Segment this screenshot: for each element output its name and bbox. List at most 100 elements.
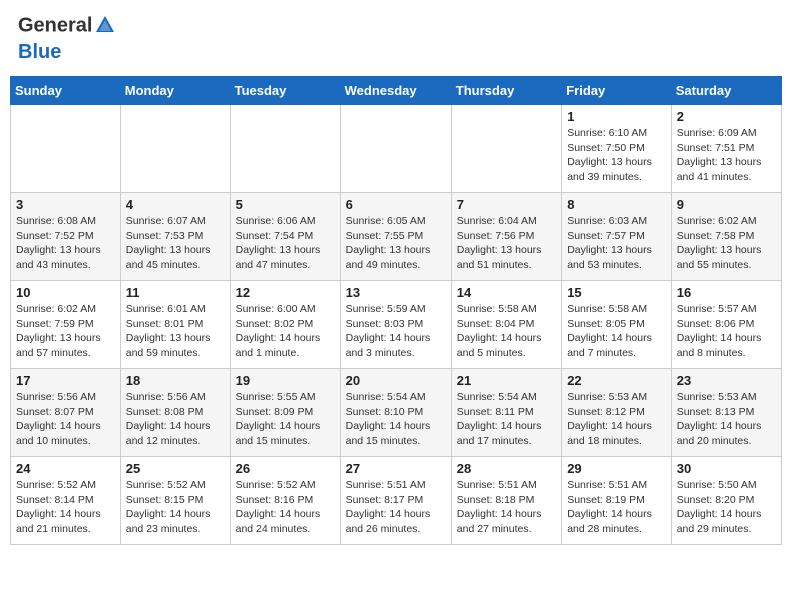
- calendar-cell: [340, 105, 451, 193]
- day-number: 22: [567, 373, 666, 388]
- day-number: 4: [126, 197, 225, 212]
- day-info: Sunrise: 6:03 AM Sunset: 7:57 PM Dayligh…: [567, 214, 666, 273]
- day-number: 16: [677, 285, 776, 300]
- logo-icon: [94, 14, 116, 41]
- calendar-cell: 16 Sunrise: 5:57 AM Sunset: 8:06 PM Dayli…: [671, 281, 781, 369]
- calendar-cell: 6 Sunrise: 6:05 AM Sunset: 7:55 PM Daylig…: [340, 193, 451, 281]
- day-number: 11: [126, 285, 225, 300]
- day-number: 30: [677, 461, 776, 476]
- day-number: 25: [126, 461, 225, 476]
- day-number: 5: [236, 197, 335, 212]
- day-info: Sunrise: 6:08 AM Sunset: 7:52 PM Dayligh…: [16, 214, 115, 273]
- day-info: Sunrise: 5:58 AM Sunset: 8:04 PM Dayligh…: [457, 302, 556, 361]
- calendar-week-3: 10Sunrise: 6:02 AM Sunset: 7:59 PM Dayli…: [11, 281, 782, 369]
- day-info: Sunrise: 6:02 AM Sunset: 7:58 PM Dayligh…: [677, 214, 776, 273]
- calendar-cell: 26 Sunrise: 5:52 AM Sunset: 8:16 PM Dayli…: [230, 457, 340, 545]
- calendar-cell: 19 Sunrise: 5:55 AM Sunset: 8:09 PM Dayli…: [230, 369, 340, 457]
- calendar-cell: [120, 105, 230, 193]
- day-number: 2: [677, 109, 776, 124]
- day-info: Sunrise: 5:51 AM Sunset: 8:17 PM Dayligh…: [346, 478, 446, 537]
- calendar-cell: 9 Sunrise: 6:02 AM Sunset: 7:58 PM Daylig…: [671, 193, 781, 281]
- day-number: 27: [346, 461, 446, 476]
- calendar-cell: 2 Sunrise: 6:09 AM Sunset: 7:51 PM Daylig…: [671, 105, 781, 193]
- day-info: Sunrise: 5:59 AM Sunset: 8:03 PM Dayligh…: [346, 302, 446, 361]
- calendar-cell: [11, 105, 121, 193]
- day-info: Sunrise: 6:02 AM Sunset: 7:59 PM Dayligh…: [16, 302, 115, 361]
- calendar-cell: 10Sunrise: 6:02 AM Sunset: 7:59 PM Dayli…: [11, 281, 121, 369]
- calendar-cell: 12Sunrise: 6:00 AM Sunset: 8:02 PM Dayli…: [230, 281, 340, 369]
- weekday-header-friday: Friday: [562, 77, 672, 105]
- day-number: 20: [346, 373, 446, 388]
- calendar-week-1: 1 Sunrise: 6:10 AM Sunset: 7:50 PM Daylig…: [11, 105, 782, 193]
- weekday-header-saturday: Saturday: [671, 77, 781, 105]
- calendar-week-2: 3 Sunrise: 6:08 AM Sunset: 7:52 PM Daylig…: [11, 193, 782, 281]
- calendar-cell: 4 Sunrise: 6:07 AM Sunset: 7:53 PM Daylig…: [120, 193, 230, 281]
- day-number: 19: [236, 373, 335, 388]
- calendar-cell: 24Sunrise: 5:52 AM Sunset: 8:14 PM Dayli…: [11, 457, 121, 545]
- day-number: 7: [457, 197, 556, 212]
- calendar-cell: 21 Sunrise: 5:54 AM Sunset: 8:11 PM Dayli…: [451, 369, 561, 457]
- day-number: 21: [457, 373, 556, 388]
- calendar-cell: 30 Sunrise: 5:50 AM Sunset: 8:20 PM Dayli…: [671, 457, 781, 545]
- calendar-cell: 11 Sunrise: 6:01 AM Sunset: 8:01 PM Dayli…: [120, 281, 230, 369]
- day-info: Sunrise: 6:06 AM Sunset: 7:54 PM Dayligh…: [236, 214, 335, 273]
- calendar-cell: 5 Sunrise: 6:06 AM Sunset: 7:54 PM Daylig…: [230, 193, 340, 281]
- day-info: Sunrise: 5:51 AM Sunset: 8:19 PM Dayligh…: [567, 478, 666, 537]
- logo-blue-text: Blue: [18, 41, 61, 63]
- day-info: Sunrise: 5:54 AM Sunset: 8:10 PM Dayligh…: [346, 390, 446, 449]
- day-number: 29: [567, 461, 666, 476]
- weekday-header-tuesday: Tuesday: [230, 77, 340, 105]
- weekday-header-sunday: Sunday: [11, 77, 121, 105]
- day-number: 8: [567, 197, 666, 212]
- day-number: 9: [677, 197, 776, 212]
- day-number: 23: [677, 373, 776, 388]
- day-number: 26: [236, 461, 335, 476]
- day-info: Sunrise: 5:56 AM Sunset: 8:07 PM Dayligh…: [16, 390, 115, 449]
- calendar-cell: 29 Sunrise: 5:51 AM Sunset: 8:19 PM Dayli…: [562, 457, 672, 545]
- day-number: 1: [567, 109, 666, 124]
- day-info: Sunrise: 6:09 AM Sunset: 7:51 PM Dayligh…: [677, 126, 776, 185]
- calendar-week-4: 17 Sunrise: 5:56 AM Sunset: 8:07 PM Dayli…: [11, 369, 782, 457]
- day-info: Sunrise: 5:52 AM Sunset: 8:16 PM Dayligh…: [236, 478, 335, 537]
- calendar-week-5: 24Sunrise: 5:52 AM Sunset: 8:14 PM Dayli…: [11, 457, 782, 545]
- day-info: Sunrise: 5:52 AM Sunset: 8:14 PM Dayligh…: [16, 478, 115, 537]
- day-info: Sunrise: 6:05 AM Sunset: 7:55 PM Dayligh…: [346, 214, 446, 273]
- day-info: Sunrise: 5:57 AM Sunset: 8:06 PM Dayligh…: [677, 302, 776, 361]
- calendar-cell: 20 Sunrise: 5:54 AM Sunset: 8:10 PM Dayli…: [340, 369, 451, 457]
- day-info: Sunrise: 6:07 AM Sunset: 7:53 PM Dayligh…: [126, 214, 225, 273]
- day-number: 13: [346, 285, 446, 300]
- weekday-header-monday: Monday: [120, 77, 230, 105]
- day-number: 17: [16, 373, 115, 388]
- weekday-header-row: SundayMondayTuesdayWednesdayThursdayFrid…: [11, 77, 782, 105]
- calendar-cell: [230, 105, 340, 193]
- calendar-cell: 17 Sunrise: 5:56 AM Sunset: 8:07 PM Dayli…: [11, 369, 121, 457]
- day-number: 12: [236, 285, 335, 300]
- calendar-cell: 7 Sunrise: 6:04 AM Sunset: 7:56 PM Daylig…: [451, 193, 561, 281]
- day-info: Sunrise: 5:50 AM Sunset: 8:20 PM Dayligh…: [677, 478, 776, 537]
- weekday-header-thursday: Thursday: [451, 77, 561, 105]
- calendar-cell: 8 Sunrise: 6:03 AM Sunset: 7:57 PM Daylig…: [562, 193, 672, 281]
- day-number: 3: [16, 197, 115, 212]
- day-info: Sunrise: 6:10 AM Sunset: 7:50 PM Dayligh…: [567, 126, 666, 185]
- day-info: Sunrise: 5:53 AM Sunset: 8:12 PM Dayligh…: [567, 390, 666, 449]
- day-info: Sunrise: 5:53 AM Sunset: 8:13 PM Dayligh…: [677, 390, 776, 449]
- calendar-cell: 15Sunrise: 5:58 AM Sunset: 8:05 PM Dayli…: [562, 281, 672, 369]
- calendar-cell: 14Sunrise: 5:58 AM Sunset: 8:04 PM Dayli…: [451, 281, 561, 369]
- day-number: 6: [346, 197, 446, 212]
- calendar-cell: 18 Sunrise: 5:56 AM Sunset: 8:08 PM Dayli…: [120, 369, 230, 457]
- day-number: 18: [126, 373, 225, 388]
- day-number: 28: [457, 461, 556, 476]
- weekday-header-wednesday: Wednesday: [340, 77, 451, 105]
- day-info: Sunrise: 5:52 AM Sunset: 8:15 PM Dayligh…: [126, 478, 225, 537]
- day-info: Sunrise: 5:55 AM Sunset: 8:09 PM Dayligh…: [236, 390, 335, 449]
- day-info: Sunrise: 6:01 AM Sunset: 8:01 PM Dayligh…: [126, 302, 225, 361]
- day-info: Sunrise: 5:56 AM Sunset: 8:08 PM Dayligh…: [126, 390, 225, 449]
- calendar-cell: 13 Sunrise: 5:59 AM Sunset: 8:03 PM Dayli…: [340, 281, 451, 369]
- logo-general-text: General: [18, 15, 92, 37]
- day-info: Sunrise: 6:04 AM Sunset: 7:56 PM Dayligh…: [457, 214, 556, 273]
- calendar-cell: 23 Sunrise: 5:53 AM Sunset: 8:13 PM Dayli…: [671, 369, 781, 457]
- day-info: Sunrise: 5:54 AM Sunset: 8:11 PM Dayligh…: [457, 390, 556, 449]
- calendar-cell: 22 Sunrise: 5:53 AM Sunset: 8:12 PM Dayli…: [562, 369, 672, 457]
- calendar-cell: 25 Sunrise: 5:52 AM Sunset: 8:15 PM Dayli…: [120, 457, 230, 545]
- day-number: 15: [567, 285, 666, 300]
